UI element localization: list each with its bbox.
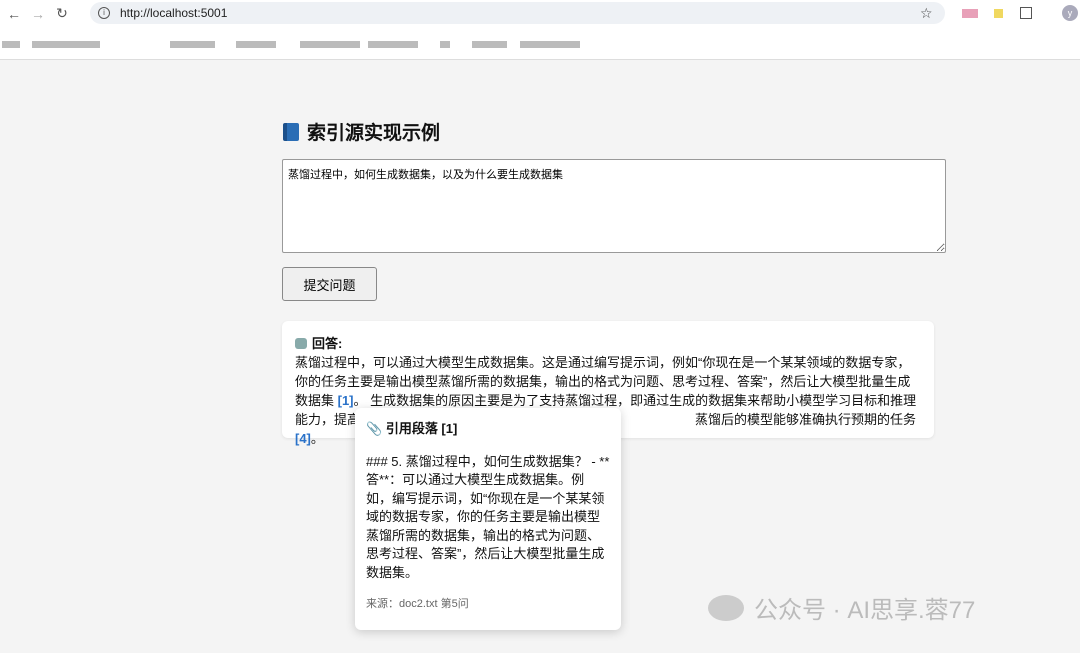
bookmarks-bar bbox=[0, 27, 1080, 60]
tooltip-body: ### 5. 蒸馏过程中，如何生成数据集？ - **答**：可以通过大模型生成数… bbox=[366, 453, 610, 580]
bookmark[interactable] bbox=[170, 41, 215, 48]
answer-part: 蒸馏后的模型能够准确执行预期的任务 bbox=[695, 412, 917, 427]
paperclip-icon: 📎 bbox=[366, 421, 383, 436]
answer-heading: 回答: bbox=[312, 336, 343, 351]
page-title-text: 索引源实现示例 bbox=[307, 123, 441, 144]
robot-icon bbox=[295, 338, 307, 349]
book-icon bbox=[283, 122, 299, 141]
question-input[interactable]: 蒸馏过程中，如何生成数据集，以及为什么要生成数据集 bbox=[282, 159, 946, 253]
tooltip-source: 来源：doc2.txt 第5问 bbox=[366, 598, 469, 610]
citation-link-4[interactable]: [4] bbox=[295, 431, 311, 446]
page-title: 索引源实现示例 bbox=[283, 118, 440, 145]
address-bar[interactable]: i http://localhost:5001 bbox=[90, 2, 945, 24]
citation-link-1[interactable]: [1] bbox=[338, 393, 354, 408]
watermark: 公众号 · AI思享.蓉77 bbox=[708, 590, 975, 625]
extension-icon[interactable] bbox=[994, 9, 1003, 18]
citation-tooltip: 📎 引用段落 [1] ### 5. 蒸馏过程中，如何生成数据集？ - **答**… bbox=[355, 408, 621, 630]
reload-icon[interactable]: ↻ bbox=[52, 5, 72, 22]
bookmark[interactable] bbox=[236, 41, 276, 48]
bookmark[interactable] bbox=[472, 41, 507, 48]
watermark-text: 公众号 · AI思享.蓉77 bbox=[754, 597, 976, 624]
bookmark[interactable] bbox=[440, 41, 450, 48]
extensions-puzzle-icon[interactable] bbox=[1020, 7, 1032, 19]
bookmark[interactable] bbox=[368, 41, 418, 48]
site-info-icon[interactable]: i bbox=[98, 7, 110, 19]
bookmark-star-icon[interactable]: ☆ bbox=[920, 5, 933, 22]
forward-icon[interactable]: → bbox=[28, 6, 48, 22]
wechat-icon bbox=[708, 594, 744, 621]
bookmark[interactable] bbox=[2, 41, 20, 48]
extension-icon[interactable] bbox=[962, 9, 978, 18]
tooltip-title: 引用段落 [1] bbox=[385, 421, 458, 436]
back-icon[interactable]: ← bbox=[4, 6, 24, 22]
bookmark[interactable] bbox=[520, 41, 580, 48]
answer-part: 。 bbox=[310, 431, 324, 446]
bookmark[interactable] bbox=[300, 41, 360, 48]
submit-question-button[interactable]: 提交问题 bbox=[282, 267, 377, 301]
browser-toolbar: ← → ↻ i http://localhost:5001 ☆ y bbox=[0, 0, 1080, 27]
url-text: http://localhost:5001 bbox=[120, 6, 228, 20]
profile-avatar[interactable]: y bbox=[1062, 5, 1078, 21]
bookmark[interactable] bbox=[32, 41, 100, 48]
